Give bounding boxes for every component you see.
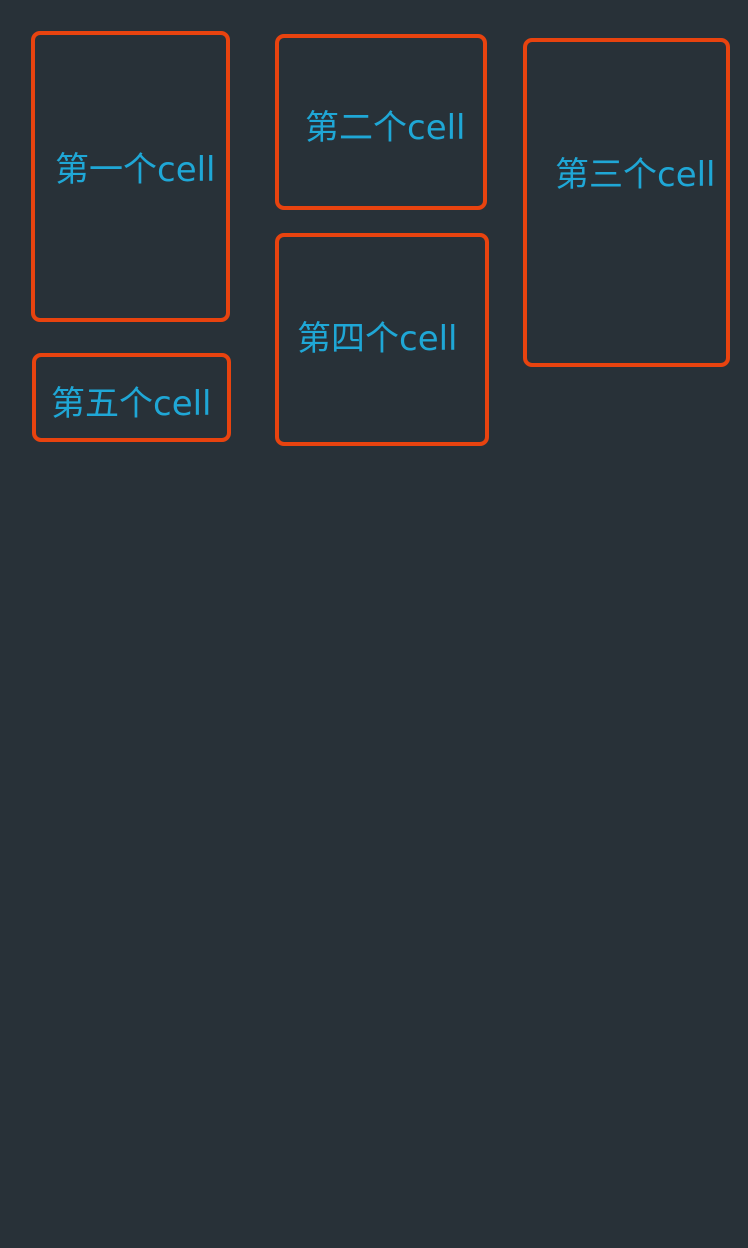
cell-3-label: 第三个cell bbox=[555, 155, 716, 195]
cell-5-label: 第五个cell bbox=[51, 384, 212, 424]
cell-4-label: 第四个cell bbox=[297, 319, 458, 359]
cell-4[interactable]: 第四个cell bbox=[275, 233, 489, 446]
cell-2[interactable]: 第二个cell bbox=[275, 34, 487, 210]
cell-3[interactable]: 第三个cell bbox=[523, 38, 730, 367]
cell-5[interactable]: 第五个cell bbox=[32, 353, 231, 442]
cell-2-label: 第二个cell bbox=[305, 108, 466, 148]
cell-1[interactable]: 第一个cell bbox=[31, 31, 230, 322]
cell-1-label: 第一个cell bbox=[55, 150, 216, 190]
cell-collection: 第一个cell 第二个cell 第三个cell 第四个cell 第五个cell bbox=[0, 0, 748, 1248]
